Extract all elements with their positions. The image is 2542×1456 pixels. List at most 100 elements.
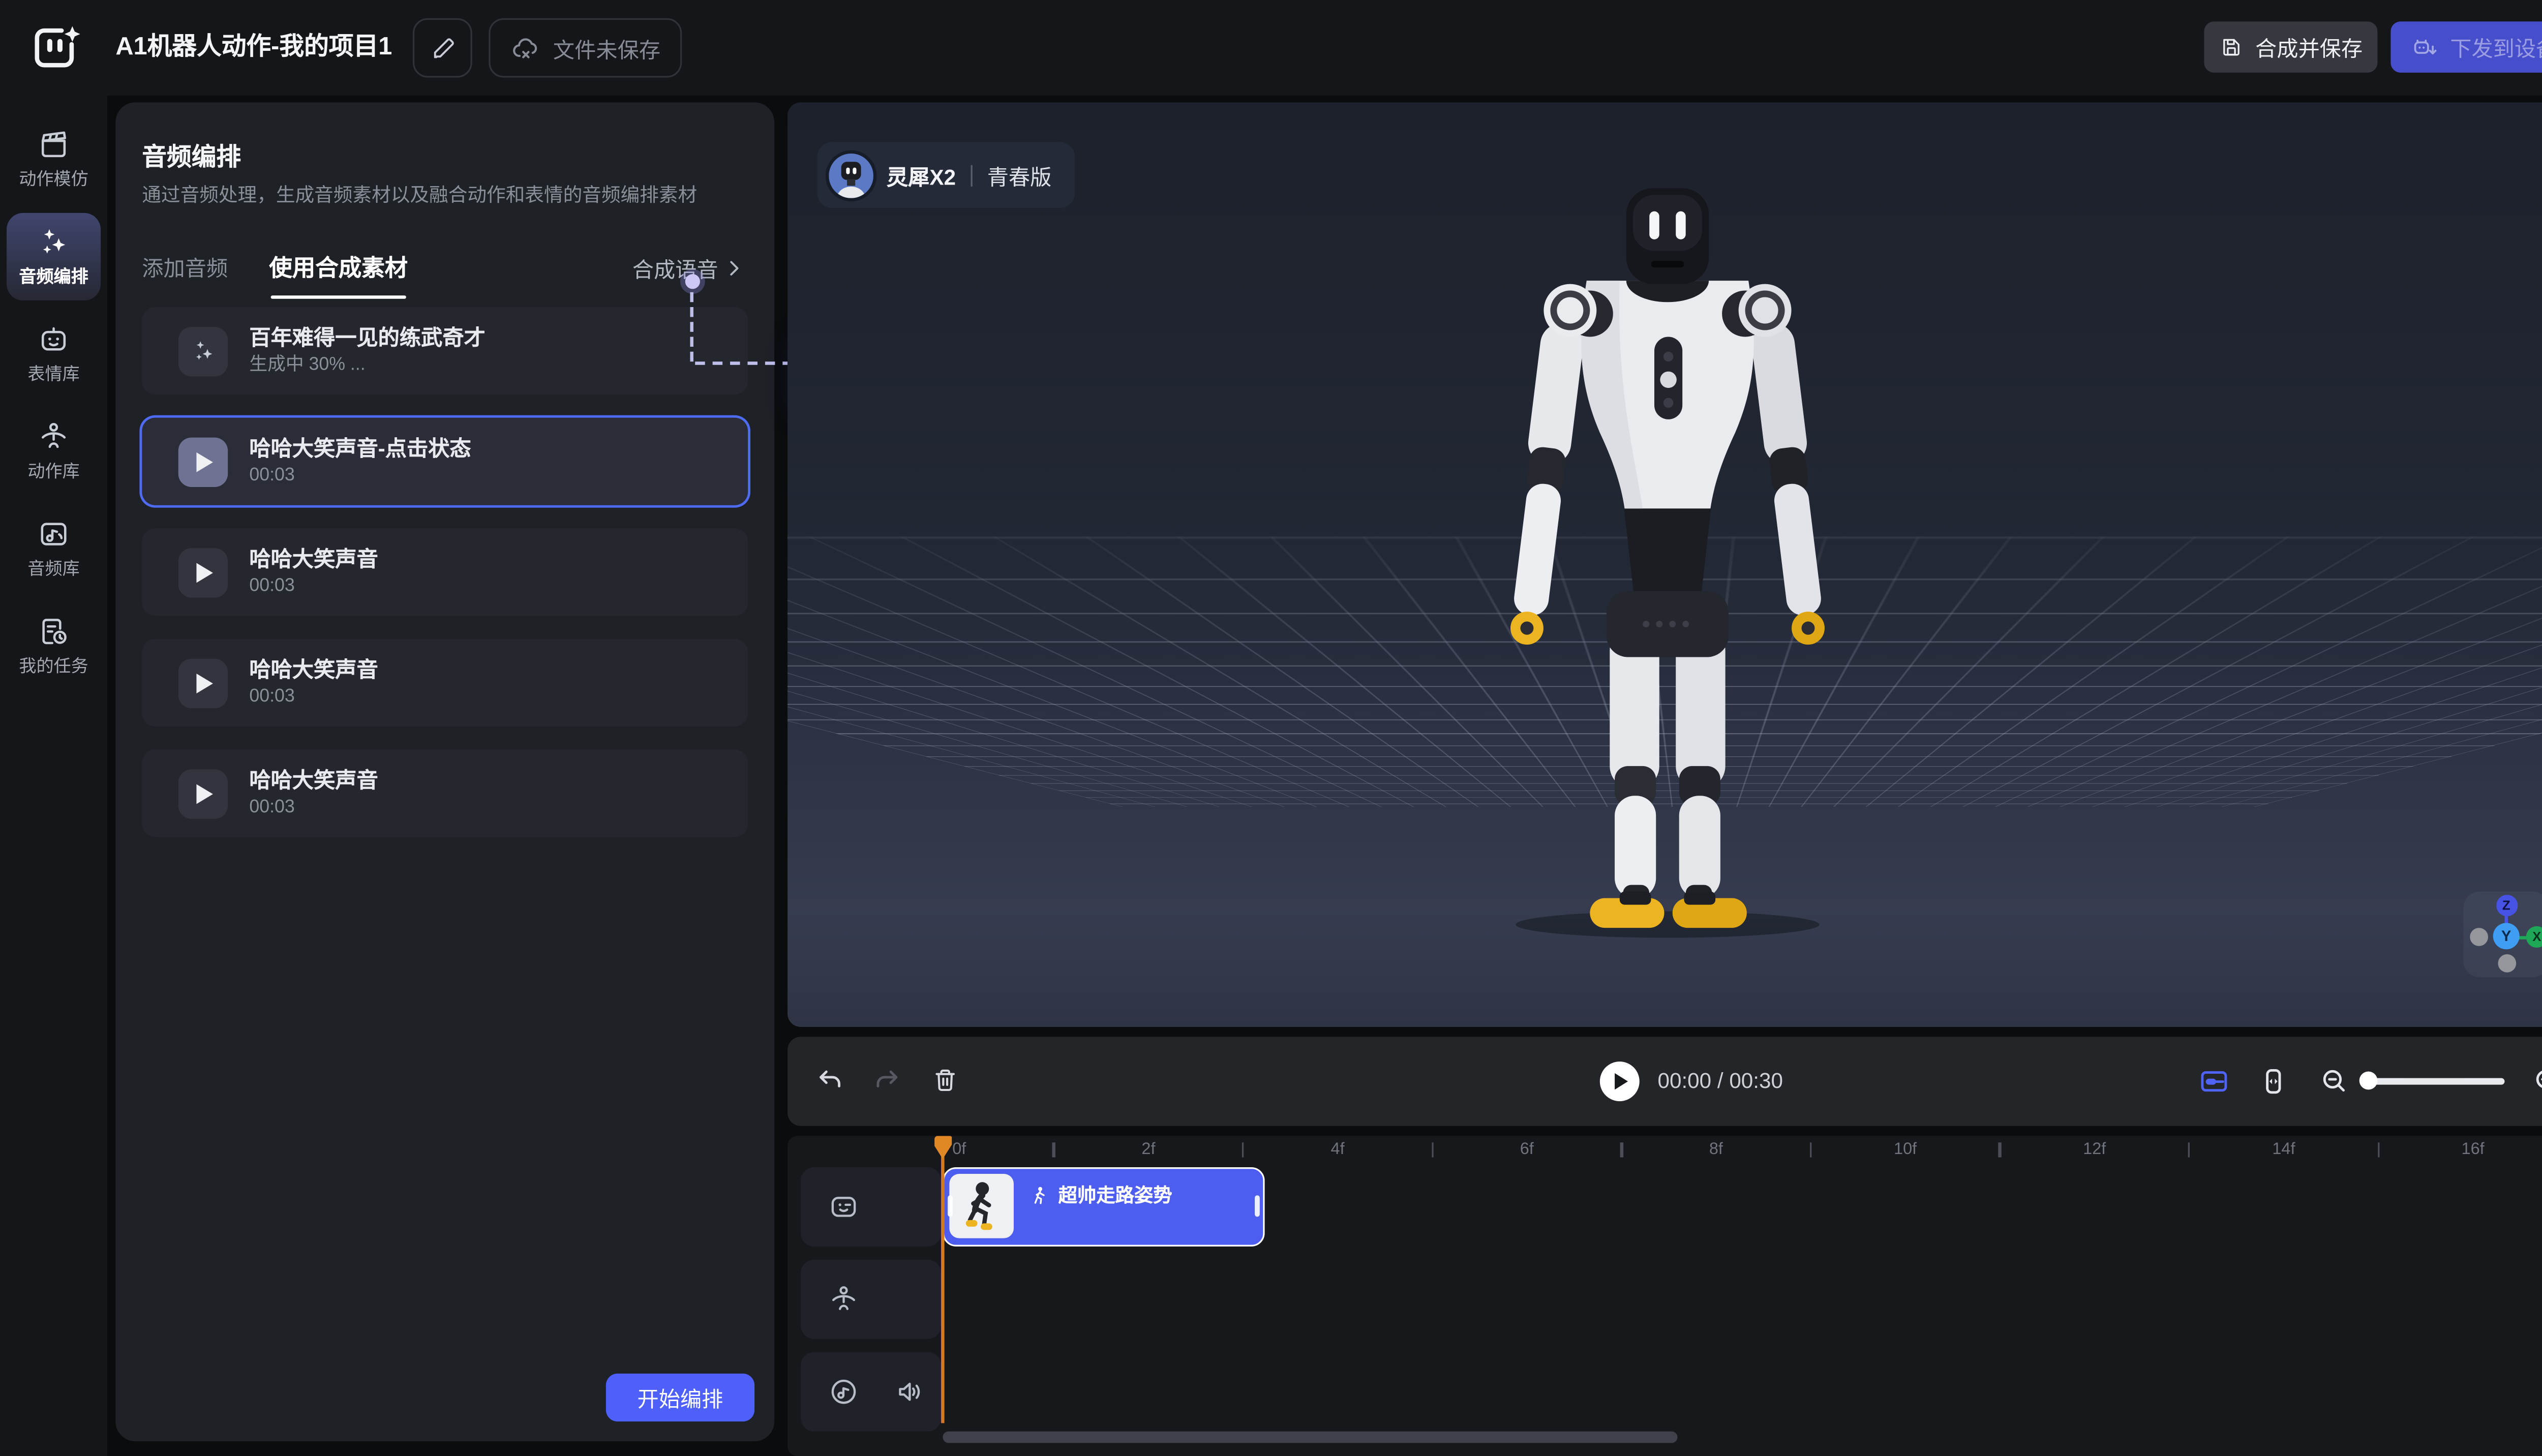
synthesize-save-label: 合成并保存 xyxy=(2255,32,2363,63)
clip-label: 超帅走路姿势 xyxy=(1058,1182,1172,1208)
audio-item[interactable]: 哈哈大笑声音 00:03 xyxy=(142,528,748,616)
sidebar-item-audio-arrange[interactable]: 音频编排 xyxy=(7,213,101,300)
sidebar-item-motion-library[interactable]: 动作库 xyxy=(7,408,101,495)
play-icon[interactable] xyxy=(178,437,228,486)
timeline-zoom-slider-handle[interactable] xyxy=(2359,1072,2378,1090)
undo-icon xyxy=(814,1065,847,1098)
play-icon[interactable] xyxy=(178,548,228,597)
audio-track-header[interactable] xyxy=(801,1352,941,1432)
redo-button[interactable] xyxy=(870,1065,903,1098)
robot-download-icon xyxy=(2410,33,2438,61)
y-axis-handle[interactable]: Y xyxy=(2493,923,2520,949)
play-button[interactable] xyxy=(1600,1061,1640,1101)
audio-item-title: 哈哈大笑声音 xyxy=(249,769,378,791)
trash-icon xyxy=(929,1065,961,1097)
clip-thumbnail xyxy=(949,1174,1014,1238)
audio-item-duration: 00:03 xyxy=(249,578,378,596)
axis-gizmo[interactable]: Z Y X xyxy=(2463,892,2542,978)
audio-material-list: 百年难得一见的练武奇才 生成中 30% ... 哈哈大笑声音-点击状态 00:0… xyxy=(142,307,748,860)
time-display: 00:00 / 00:30 xyxy=(1657,1037,1783,1126)
sidebar-label: 动作库 xyxy=(27,459,79,484)
sidebar-item-audio-library[interactable]: 音频库 xyxy=(7,505,101,593)
audio-item-progress: 生成中 30% ... xyxy=(249,356,485,375)
start-arrange-button[interactable]: 开始编排 xyxy=(606,1374,754,1421)
synthesize-voice-label: 合成语音 xyxy=(632,253,718,284)
expression-track-header[interactable] xyxy=(801,1167,941,1247)
neg-y-axis-handle[interactable] xyxy=(2497,954,2516,973)
person-icon xyxy=(36,419,71,454)
viewport-3d[interactable]: 灵犀X2 青春版 Z Y X xyxy=(788,102,2542,1027)
zoom-in-icon xyxy=(2531,1065,2542,1098)
audio-arrange-panel: 音频编排 通过音频处理，生成音频素材以及融合动作和表情的音频编排素材 添加音频 … xyxy=(115,102,774,1441)
play-icon[interactable] xyxy=(178,658,228,707)
motion-clip[interactable]: 超帅走路姿势 xyxy=(943,1167,1264,1247)
synthesize-save-button[interactable]: 合成并保存 xyxy=(2204,21,2377,73)
play-icon xyxy=(1615,1073,1628,1089)
fit-width-icon xyxy=(2257,1065,2290,1098)
sparkles-icon xyxy=(36,225,71,259)
motion-track-icon xyxy=(827,1283,860,1316)
sidebar-item-expression-library[interactable]: 表情库 xyxy=(7,311,101,398)
sidebar-label: 动作模仿 xyxy=(19,167,88,192)
sidebar-item-my-tasks[interactable]: 我的任务 xyxy=(7,602,101,690)
audio-item[interactable]: 哈哈大笑声音 00:03 xyxy=(142,749,748,837)
panel-title: 音频编排 xyxy=(142,139,241,173)
sidebar: 动作模仿 音频编排 表情库 xyxy=(0,96,107,1456)
audio-item-title: 百年难得一见的练武奇才 xyxy=(249,327,485,348)
x-axis-handle[interactable]: X xyxy=(2526,925,2542,947)
sidebar-label: 音频编排 xyxy=(19,264,88,289)
audio-item-selected[interactable]: 哈哈大笑声音-点击状态 00:03 xyxy=(142,418,748,505)
zoom-out-button[interactable] xyxy=(2318,1065,2351,1098)
audio-item-title: 哈哈大笑声音-点击状态 xyxy=(249,438,471,459)
zoom-out-icon xyxy=(2318,1065,2351,1098)
robot-face-icon xyxy=(36,322,71,356)
audio-item-generating[interactable]: 百年难得一见的练武奇才 生成中 30% ... xyxy=(142,307,748,395)
timeline-view-icon xyxy=(2197,1065,2230,1098)
model-badge[interactable]: 灵犀X2 青春版 xyxy=(818,142,1075,208)
timeline-view-button[interactable] xyxy=(2197,1065,2230,1098)
timeline-ruler[interactable]: 0f2f4f6f8f10f12f14f16f xyxy=(788,1136,2542,1162)
clapperboard-icon xyxy=(36,127,71,162)
audio-item-duration: 00:03 xyxy=(249,688,378,707)
redo-icon xyxy=(870,1065,903,1098)
audio-item-title: 哈哈大笑声音 xyxy=(249,659,378,680)
file-status-label: 文件未保存 xyxy=(553,32,660,64)
tab-add-audio[interactable]: 添加音频 xyxy=(142,251,228,283)
robot-model[interactable] xyxy=(1481,185,1854,938)
guide-anchor-dot xyxy=(685,274,700,289)
clip-trim-handle-left[interactable] xyxy=(948,1195,953,1217)
panel-tabs: 添加音频 使用合成素材 合成语音 xyxy=(142,248,748,290)
guide-connector-horizontal xyxy=(695,361,793,365)
rename-project-button[interactable] xyxy=(413,18,472,78)
project-title: A1机器人动作-我的项目1 xyxy=(115,0,392,96)
audio-item[interactable]: 哈哈大笑声音 00:03 xyxy=(142,639,748,726)
play-icon[interactable] xyxy=(178,769,228,818)
model-avatar xyxy=(829,153,873,197)
undo-button[interactable] xyxy=(814,1065,847,1098)
timeline-horizontal-scrollbar[interactable] xyxy=(943,1432,1677,1443)
zoom-in-button[interactable] xyxy=(2531,1065,2542,1098)
motion-track-header[interactable] xyxy=(801,1260,941,1339)
app-window: A1机器人动作-我的项目1 文件未保存 合成并保存 xyxy=(0,0,2542,1456)
cloud-unsaved-icon xyxy=(510,32,541,64)
audio-track-icon xyxy=(827,1375,860,1408)
playback-toolbar: 00:00 / 00:30 xyxy=(788,1037,2542,1126)
pencil-icon xyxy=(428,33,457,63)
neg-x-axis-handle[interactable] xyxy=(2470,927,2488,945)
music-frame-icon xyxy=(36,517,71,551)
tab-use-synth-material[interactable]: 使用合成素材 xyxy=(269,251,408,284)
speaker-icon[interactable] xyxy=(893,1375,926,1408)
fit-width-button[interactable] xyxy=(2257,1065,2290,1098)
clip-trim-handle-right[interactable] xyxy=(1255,1195,1260,1217)
z-axis-handle[interactable]: Z xyxy=(2496,895,2517,916)
deploy-label: 下发到设备 xyxy=(2450,32,2542,63)
audio-item-duration: 00:03 xyxy=(249,799,378,817)
sidebar-label: 表情库 xyxy=(27,361,79,386)
sidebar-item-motion-mimic[interactable]: 动作模仿 xyxy=(7,115,101,203)
chevron-right-icon xyxy=(723,258,744,279)
file-unsaved-button[interactable]: 文件未保存 xyxy=(489,18,682,78)
sparkles-icon xyxy=(178,326,228,375)
deploy-to-device-button[interactable]: 下发到设备 xyxy=(2390,21,2542,73)
timeline-zoom-slider[interactable] xyxy=(2368,1078,2505,1085)
delete-button[interactable] xyxy=(929,1065,961,1097)
